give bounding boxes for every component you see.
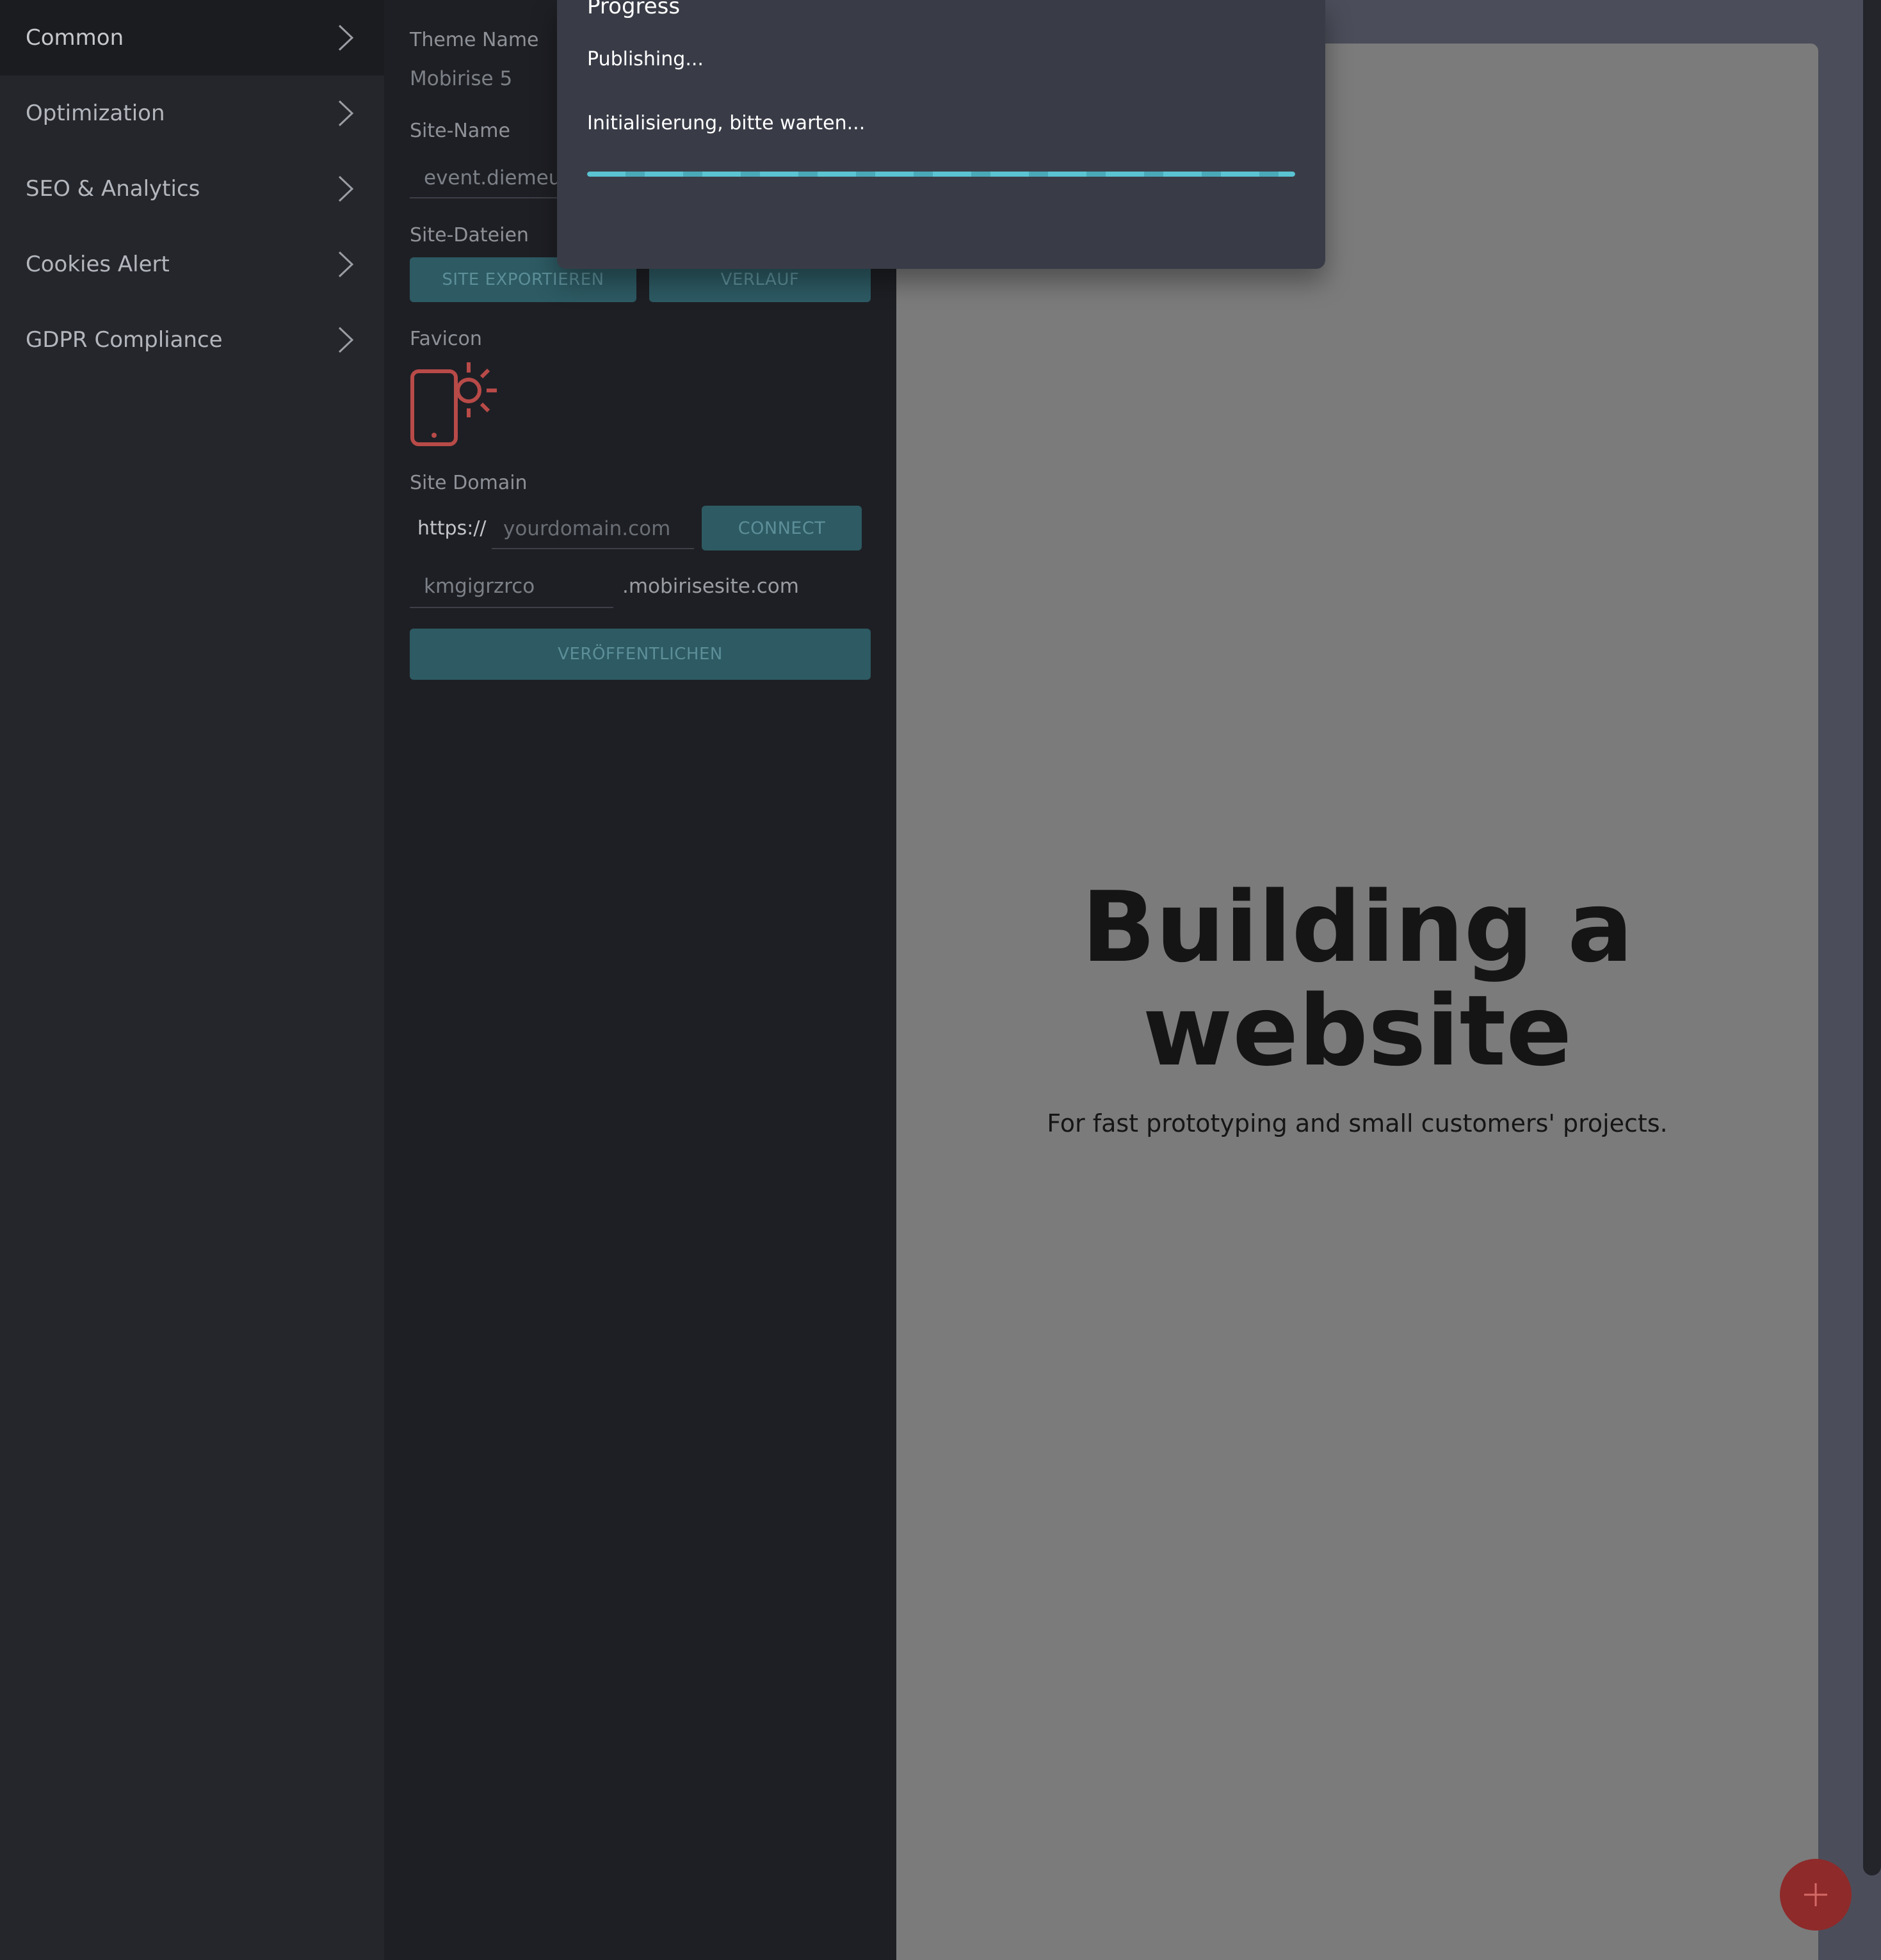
modal-message: Initialisierung, bitte warten... [587,112,866,134]
scrollbar[interactable] [1863,0,1881,1876]
domain-underline [492,548,694,549]
hero-subtitle: For fast prototyping and small customers… [1047,1109,1668,1137]
plus-icon [1804,1883,1827,1906]
chevron-right-icon [338,100,354,127]
publish-button[interactable]: VERÖFFENTLICHEN [410,629,871,680]
sidebar-item-common[interactable]: Common [0,0,384,76]
chevron-right-icon [338,175,354,202]
site-name-label: Site-Name [410,120,510,142]
connect-button[interactable]: CONNECT [702,506,862,550]
modal-status: Publishing... [587,48,704,70]
progress-modal: Progress Publishing... Initialisierung, … [557,0,1325,269]
settings-panel: Theme Name Mobirise 5 Site-Name event.di… [384,0,896,1960]
sidebar-item-label: GDPR Compliance [26,327,223,353]
chevron-right-icon [338,251,354,278]
hero-title-line1: Building a [1081,871,1633,984]
phone-sun-icon[interactable] [410,360,499,449]
chevron-right-icon [338,24,354,51]
favicon-label: Favicon [410,328,482,350]
site-domain-label: Site Domain [410,472,528,494]
sidebar-item-cookies-alert[interactable]: Cookies Alert [0,227,384,302]
site-preview: Building a website For fast prototyping … [896,44,1818,1960]
sidebar-item-label: Common [26,25,124,51]
sidebar-item-label: Optimization [26,100,165,126]
sidebar-item-optimization[interactable]: Optimization [0,76,384,151]
subdomain-underline [410,607,613,608]
domain-prefix: https:// [417,517,487,540]
sidebar-item-label: Cookies Alert [26,252,170,277]
chevron-right-icon [338,326,354,353]
subdomain-suffix: .mobirisesite.com [622,575,799,598]
domain-input[interactable]: yourdomain.com [503,517,670,540]
modal-title: Progress [587,0,681,19]
site-files-label: Site-Dateien [410,224,529,246]
sidebar-item-gdpr-compliance[interactable]: GDPR Compliance [0,302,384,378]
sidebar-item-seo-analytics[interactable]: SEO & Analytics [0,151,384,227]
progress-bar-fill [587,172,1295,177]
theme-name-value: Mobirise 5 [410,67,513,90]
progress-bar [587,172,1295,177]
theme-name-label: Theme Name [410,29,539,51]
add-block-button[interactable] [1780,1859,1852,1931]
sidebar-item-label: SEO & Analytics [26,176,200,202]
subdomain-input[interactable]: kmgigrzrco [424,575,535,598]
hero-title-line2: website [1142,974,1572,1088]
hero-title: Building a website [896,876,1818,1083]
sidebar: Common Optimization SEO & Analytics Cook… [0,0,384,1960]
